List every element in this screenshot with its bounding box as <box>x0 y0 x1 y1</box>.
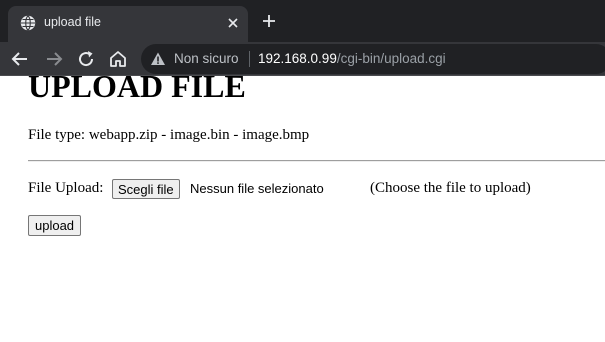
home-icon[interactable] <box>107 48 129 70</box>
upload-hint: (Choose the file to upload) <box>370 180 531 196</box>
reload-icon[interactable] <box>75 48 97 70</box>
page-content <box>0 76 605 342</box>
arrow-left-icon[interactable] <box>9 48 31 70</box>
file-upload-label: File Upload: <box>28 180 104 196</box>
choose-file-button[interactable]: Scegli file <box>112 179 180 199</box>
browser-tab[interactable]: upload file <box>8 6 248 42</box>
close-icon[interactable] <box>226 16 240 30</box>
security-status[interactable]: Non sicuro <box>174 51 239 66</box>
omnibox-divider <box>249 51 250 67</box>
warning-icon[interactable] <box>150 51 166 67</box>
no-file-selected-text: Nessun file selezionato <box>190 181 324 196</box>
url-path: /cgi-bin/upload.cgi <box>336 51 446 66</box>
url-text[interactable]: 192.168.0.99/cgi-bin/upload.cgi <box>258 51 446 66</box>
tab-title: upload file <box>44 15 101 29</box>
arrow-right-icon[interactable] <box>43 48 65 70</box>
tab-strip: upload file <box>0 0 605 42</box>
url-host: 192.168.0.99 <box>258 51 337 66</box>
divider <box>28 160 605 162</box>
upload-button[interactable]: upload <box>28 215 82 236</box>
page-title: UPLOAD FILE <box>28 68 246 104</box>
file-types-text: File type: webapp.zip - image.bin - imag… <box>28 127 310 143</box>
globe-icon <box>20 15 36 31</box>
plus-icon[interactable] <box>261 13 277 29</box>
